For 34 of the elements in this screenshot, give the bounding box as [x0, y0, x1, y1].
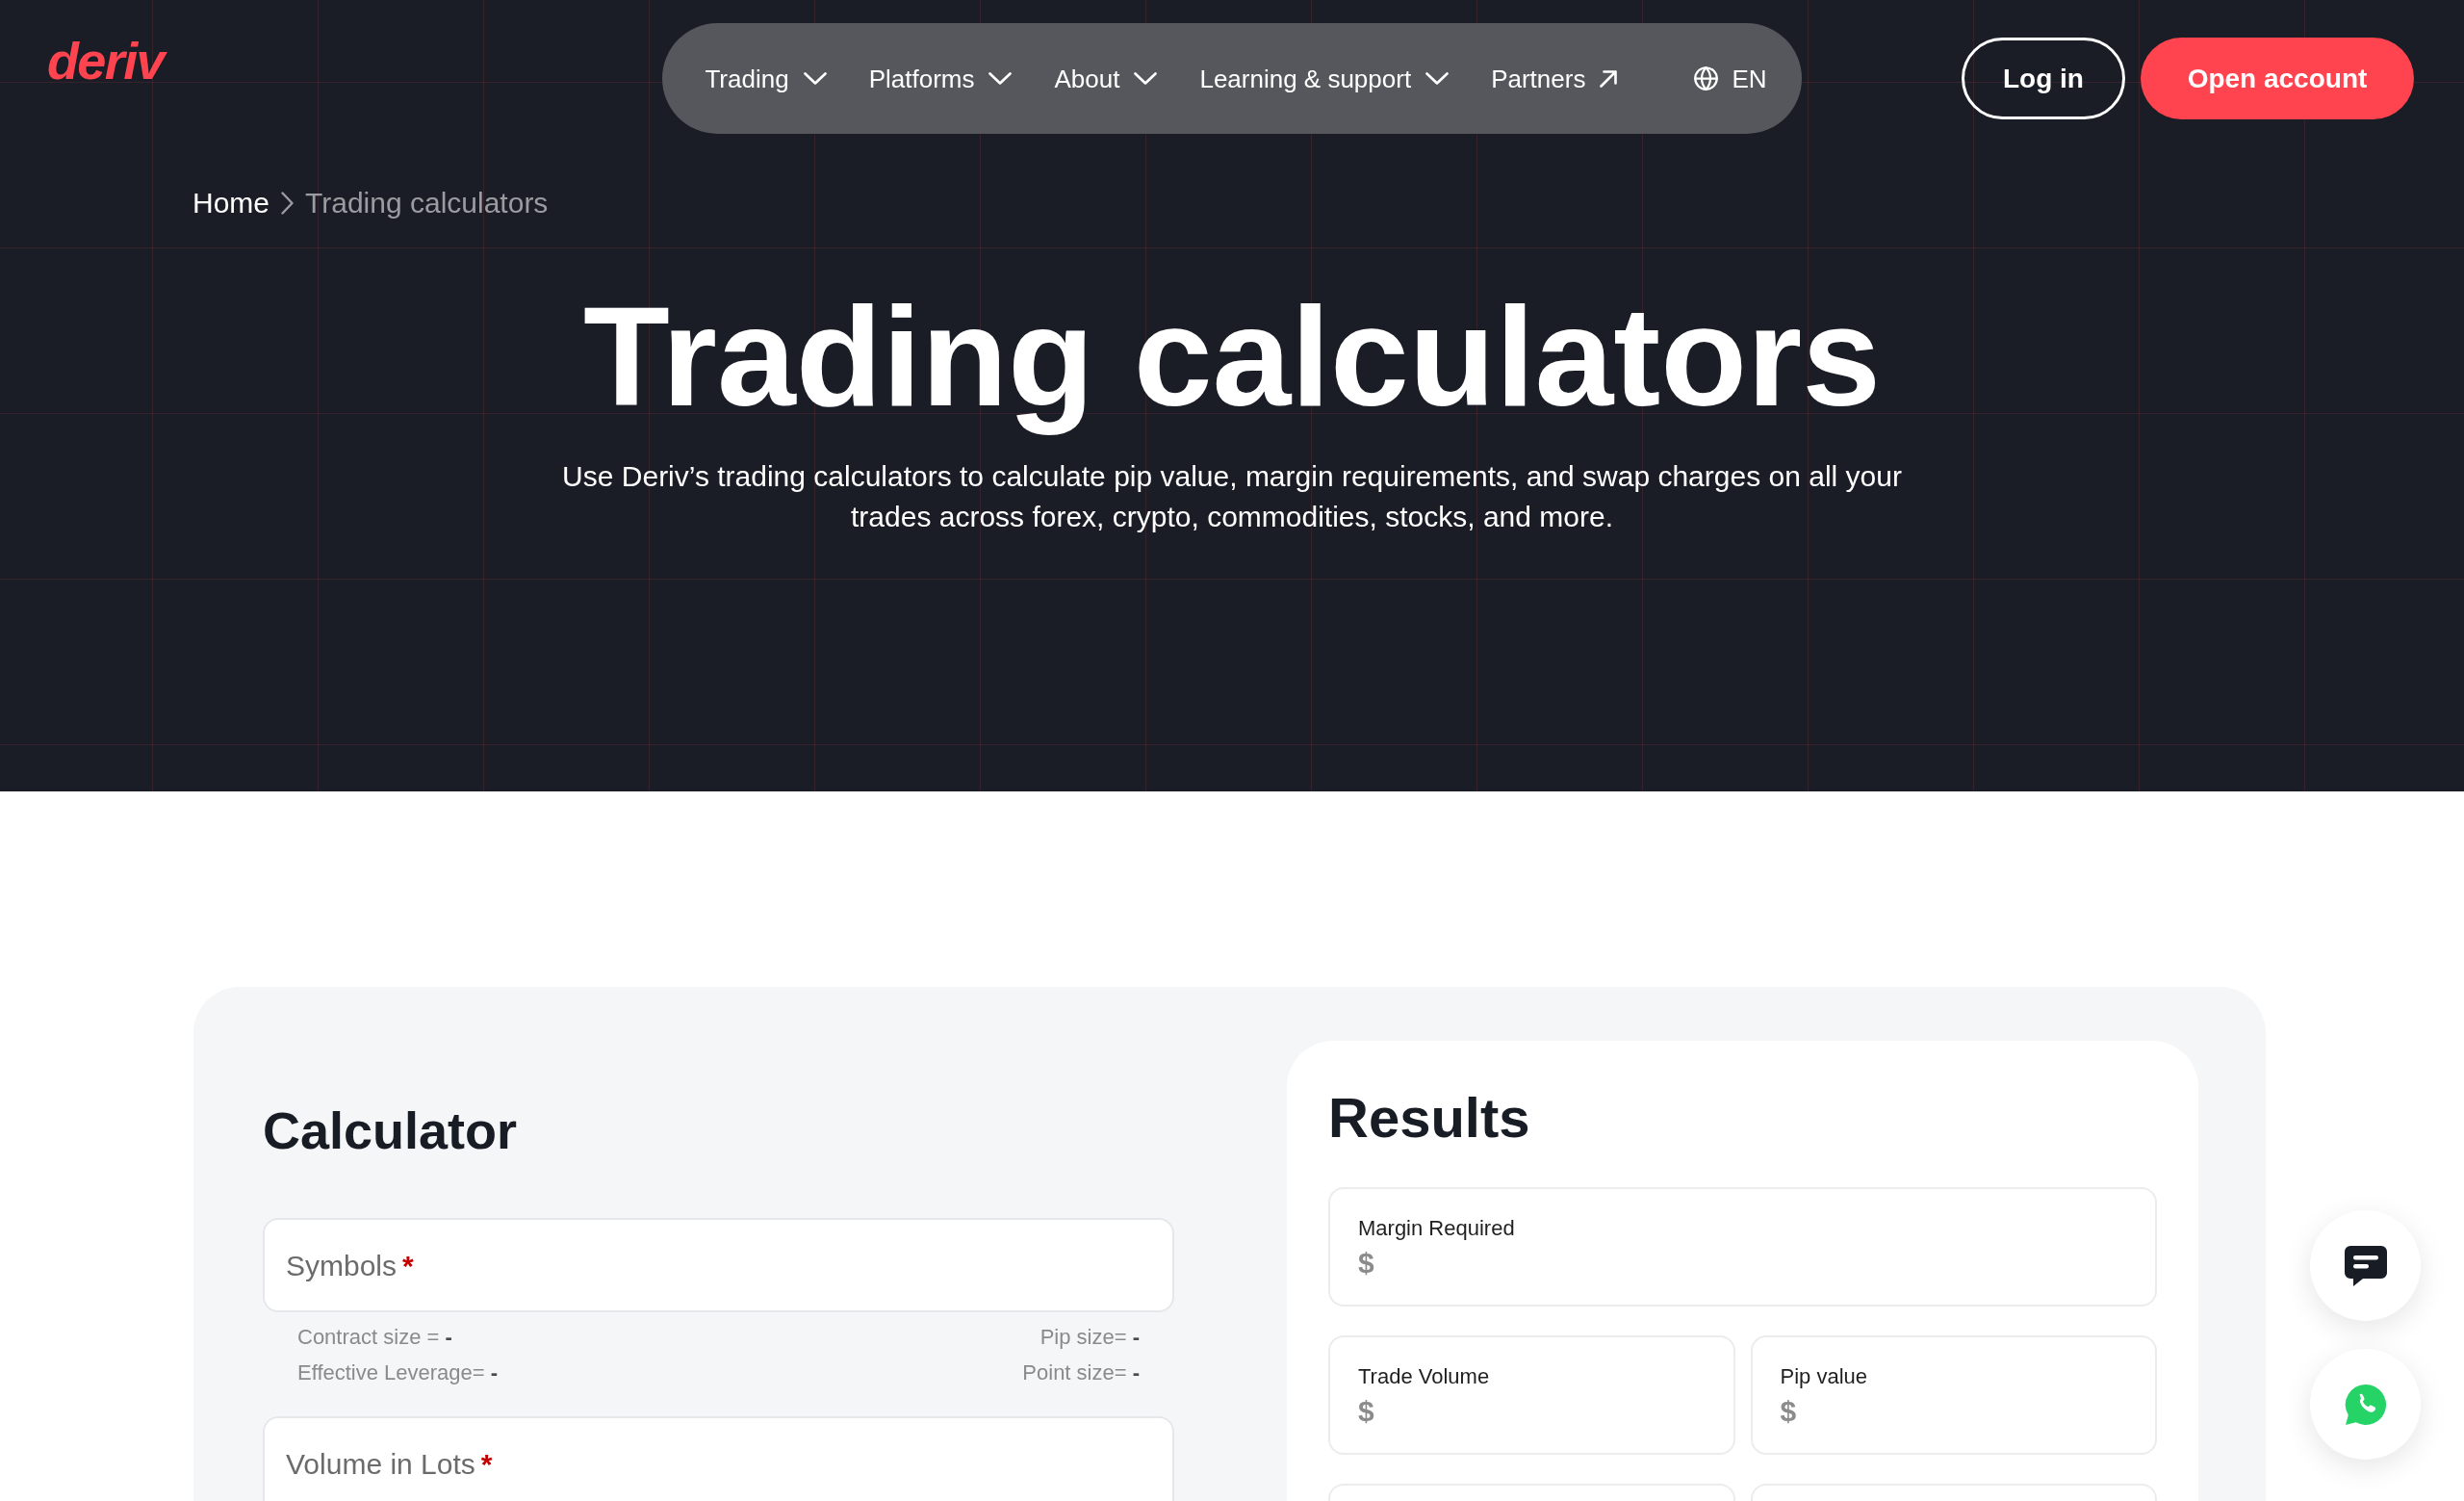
nav-link[interactable]: Trading — [705, 62, 827, 95]
result-label: Trade Volume — [1358, 1363, 1490, 1390]
result-label: Margin Required — [1358, 1215, 1515, 1242]
spec-text: Effective Leverage= - — [297, 1359, 499, 1386]
chevron-right-icon — [281, 192, 295, 215]
nav-link[interactable]: About — [1054, 62, 1158, 95]
calculator-heading: Calculator — [263, 1100, 518, 1161]
spec-text: Contract size = - — [297, 1324, 452, 1351]
chevron-down-icon — [988, 72, 1013, 85]
arrow-up-right-icon — [1600, 69, 1618, 88]
result-value: $ — [1358, 1395, 1374, 1428]
input-field[interactable]: Volume in Lots * — [263, 1416, 1174, 1501]
results-heading: Results — [1328, 1085, 1530, 1151]
login-button[interactable]: Log in — [1962, 38, 2125, 119]
phone-bubble-icon — [2344, 1383, 2387, 1426]
spec-text: Point size= - — [1022, 1359, 1140, 1386]
hero-description: Use Deriv’s trading calculators to calculate pip value, margin requirements, and swap charges on all your trades across forex, crypto, commodities, stocks, and more. — [561, 459, 1903, 534]
spec-text: Pip size= - — [1040, 1324, 1140, 1351]
globe-icon — [1693, 65, 1720, 91]
nav-link[interactable]: Learning & support — [1199, 62, 1450, 95]
speech-bubble-icon — [2344, 1245, 2387, 1286]
page-title: Trading calculators — [583, 276, 1881, 437]
result-value: $ — [1358, 1247, 1374, 1280]
chevron-down-icon — [803, 72, 827, 85]
result-value: $ — [1780, 1395, 1797, 1428]
language-button[interactable]: EN — [1693, 62, 1767, 95]
chevron-down-icon — [1134, 72, 1158, 85]
result-label: Pip value — [1780, 1363, 1867, 1390]
nav-link[interactable]: Partners — [1491, 62, 1618, 95]
breadcrumb-link[interactable]: Home — [192, 184, 270, 222]
input-field[interactable]: Symbols * — [263, 1218, 1174, 1312]
nav-link[interactable]: Platforms — [868, 62, 1013, 95]
chevron-down-icon — [1425, 72, 1450, 85]
breadcrumb-link[interactable]: Trading calculators — [305, 184, 549, 222]
